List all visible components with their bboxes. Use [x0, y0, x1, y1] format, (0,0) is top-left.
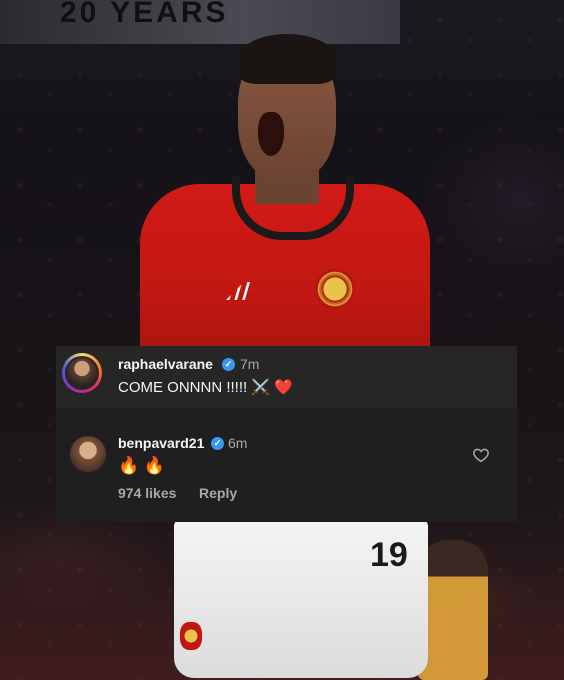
likes-count[interactable]: 974 likes	[118, 485, 176, 501]
verified-badge-icon: ✓	[211, 437, 224, 450]
avatar-story-ring[interactable]	[62, 353, 102, 393]
reply-button[interactable]: Reply	[199, 485, 237, 501]
background-photo: 20 YEARS 19	[0, 0, 564, 680]
avatar	[67, 358, 97, 388]
avatar[interactable]	[70, 436, 106, 472]
shorts-number: 19	[370, 536, 408, 574]
comment-text: 🔥 🔥	[118, 456, 166, 475]
shorts-crest-icon	[180, 622, 202, 650]
player-hair	[238, 34, 336, 84]
comment-text: COME ONNNN !!!!! ⚔️ ❤️	[118, 379, 293, 396]
comment-time: 6m	[228, 435, 248, 451]
comments-panel: raphaelvarane ✓ 7m COME ONNNN !!!!! ⚔️ ❤…	[56, 346, 517, 522]
heart-outline-icon[interactable]	[472, 446, 490, 464]
comment-username[interactable]: raphaelvarane	[118, 356, 213, 372]
player-mouth	[258, 112, 284, 156]
comment-time: 7m	[240, 356, 260, 372]
verified-badge-icon: ✓	[222, 358, 235, 371]
comment-username[interactable]: benpavard21	[118, 435, 204, 451]
comment-row: raphaelvarane ✓ 7m COME ONNNN !!!!! ⚔️ ❤…	[56, 346, 517, 408]
club-crest-icon	[315, 269, 355, 309]
